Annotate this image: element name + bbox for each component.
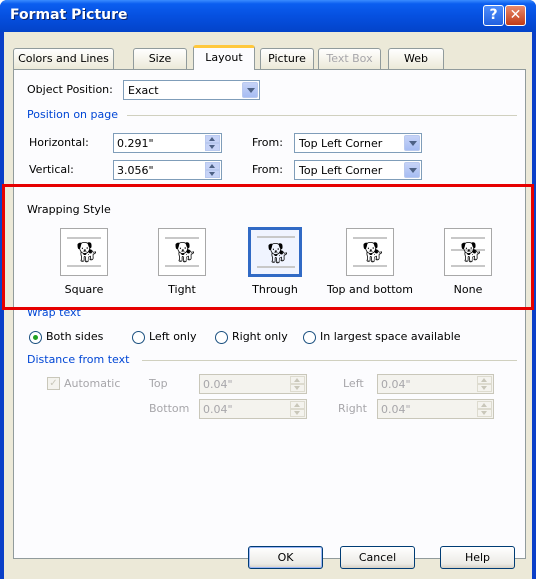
distance-from-text-heading: Distance from text [27, 353, 130, 366]
distance-bottom-value: 0.04" [203, 403, 233, 416]
distance-right-value: 0.04" [381, 403, 411, 416]
wrap-largest-space-label[interactable]: In largest space available [320, 330, 461, 343]
spin-down-icon [477, 384, 492, 392]
tab-label: Picture [268, 52, 306, 65]
distance-right-spinner: 0.04" [377, 399, 494, 419]
spin-up-icon[interactable] [205, 135, 220, 143]
horizontal-value: 0.291" [117, 137, 154, 150]
ok-button[interactable]: OK [248, 546, 323, 569]
spin-up-icon [477, 376, 492, 384]
section-divider [142, 360, 517, 361]
wrap-both-sides-radio[interactable] [29, 331, 42, 344]
vertical-value: 3.056" [117, 164, 154, 177]
tab-label: Colors and Lines [18, 52, 109, 65]
spin-down-icon [290, 409, 305, 417]
layout-panel: Object Position: Exact Position on page … [13, 69, 526, 559]
distance-bottom-label: Bottom [149, 402, 190, 415]
object-position-label: Object Position: [27, 83, 113, 96]
spinner-buttons[interactable] [205, 135, 220, 151]
position-on-page-heading: Position on page [27, 108, 118, 121]
vertical-spinner[interactable]: 3.056" [113, 160, 222, 180]
help-button[interactable]: Help [440, 546, 515, 569]
spinner-buttons [290, 376, 305, 392]
spin-up-icon [290, 376, 305, 384]
window-title: Format Picture [10, 7, 128, 23]
spin-down-icon [290, 384, 305, 392]
distance-left-label: Left [343, 377, 364, 390]
horizontal-spinner[interactable]: 0.291" [113, 133, 222, 153]
wrap-both-sides-label[interactable]: Both sides [46, 330, 103, 343]
title-close-button[interactable]: ✕ [505, 5, 526, 26]
vertical-from-value: Top Left Corner [299, 164, 383, 177]
horizontal-from-select[interactable]: Top Left Corner [294, 133, 422, 153]
spinner-buttons[interactable] [205, 162, 220, 178]
horizontal-from-label: From: [252, 136, 283, 149]
automatic-checkbox: ✓ [47, 377, 60, 390]
wrap-left-only-label[interactable]: Left only [149, 330, 196, 343]
distance-left-spinner: 0.04" [377, 374, 494, 394]
wrap-right-only-label[interactable]: Right only [232, 330, 288, 343]
spinner-buttons [477, 376, 492, 392]
chevron-down-icon[interactable] [404, 162, 420, 178]
chevron-down-icon[interactable] [404, 135, 420, 151]
object-position-select[interactable]: Exact [123, 80, 260, 100]
tab-label: Web [404, 52, 428, 65]
wrap-largest-space-radio[interactable] [303, 331, 316, 344]
tab-text-box: Text Box [318, 48, 381, 69]
tab-size[interactable]: Size [133, 48, 187, 69]
spinner-buttons [477, 401, 492, 417]
wrap-left-only-radio[interactable] [132, 331, 145, 344]
spin-down-icon[interactable] [205, 143, 220, 151]
spin-up-icon [477, 401, 492, 409]
spin-up-icon[interactable] [205, 162, 220, 170]
automatic-label: Automatic [64, 377, 121, 390]
chevron-down-icon[interactable] [242, 82, 258, 98]
tab-picture[interactable]: Picture [260, 48, 314, 69]
spin-up-icon [290, 401, 305, 409]
distance-left-value: 0.04" [381, 378, 411, 391]
spinner-buttons [290, 401, 305, 417]
vertical-from-label: From: [252, 163, 283, 176]
distance-top-spinner: 0.04" [199, 374, 307, 394]
title-bar[interactable]: Format Picture ? ✕ [0, 0, 536, 32]
tab-label: Size [148, 52, 172, 65]
tab-colors-and-lines[interactable]: Colors and Lines [13, 48, 114, 69]
cancel-button[interactable]: Cancel [340, 546, 415, 569]
tab-layout[interactable]: Layout [193, 45, 255, 70]
distance-bottom-spinner: 0.04" [199, 399, 307, 419]
tab-label: Layout [205, 51, 243, 64]
horizontal-from-value: Top Left Corner [299, 137, 383, 150]
distance-right-label: Right [338, 402, 367, 415]
section-divider [127, 115, 517, 116]
tab-label: Text Box [326, 52, 373, 65]
title-help-button[interactable]: ? [483, 5, 504, 26]
spin-down-icon[interactable] [205, 170, 220, 178]
format-picture-dialog: Format Picture ? ✕ Colors and Lines Size… [0, 0, 536, 579]
horizontal-label: Horizontal: [29, 136, 89, 149]
vertical-from-select[interactable]: Top Left Corner [294, 160, 422, 180]
distance-top-label: Top [149, 377, 168, 390]
distance-top-value: 0.04" [203, 378, 233, 391]
vertical-label: Vertical: [29, 163, 74, 176]
tab-web[interactable]: Web [388, 48, 444, 69]
highlight-box [2, 184, 534, 310]
spin-down-icon [477, 409, 492, 417]
object-position-value: Exact [128, 84, 159, 97]
wrap-right-only-radio[interactable] [215, 331, 228, 344]
